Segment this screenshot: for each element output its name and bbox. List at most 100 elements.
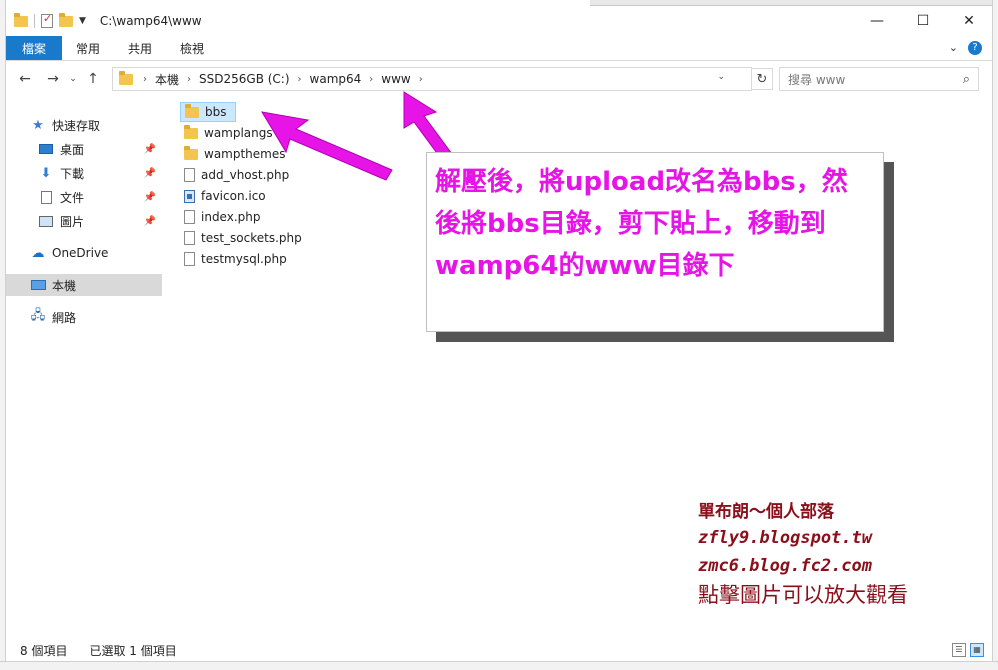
title-bar: ▼ C:\wamp64\www — ☐ ✕	[6, 6, 992, 36]
nav-item-label: 本機	[52, 278, 77, 293]
ribbon-right-controls: ⌄ ?	[949, 41, 982, 55]
list-item-add-vhost[interactable]: add_vhost.php	[180, 165, 297, 185]
picture-icon	[38, 214, 54, 228]
nav-item-quick-access[interactable]: ★ 快速存取	[6, 114, 162, 136]
breadcrumb-www[interactable]: www	[381, 72, 410, 86]
nav-item-network[interactable]: 🖧 網路	[6, 306, 162, 328]
pin-icon[interactable]: 📌	[144, 168, 156, 179]
navigation-pane: ★ 快速存取 桌面 📌 ⬇ 下載 📌 文件 📌 圖片 📌 ☁ OneDrive	[6, 96, 162, 636]
recent-locations-icon[interactable]: ⌄	[66, 68, 80, 90]
back-arrow-icon[interactable]: ←	[14, 68, 36, 90]
file-name: favicon.ico	[201, 189, 266, 203]
annotation-callout: 解壓後，將upload改名為bbs，然 後將bbs目錄，剪下貼上，移動到 wam…	[426, 152, 884, 332]
list-item-wampthemes[interactable]: wampthemes	[180, 144, 294, 164]
breadcrumb-wamp64[interactable]: wamp64	[310, 72, 362, 86]
list-item-index[interactable]: index.php	[180, 207, 268, 227]
address-dropdown-icon[interactable]: ⌄	[717, 72, 725, 82]
folder-icon	[185, 103, 199, 118]
refresh-icon[interactable]: ↻	[751, 68, 773, 90]
forward-arrow-icon[interactable]: →	[42, 68, 64, 90]
blog-watermark: 單布朗～個人部落 zfly9.blogspot.tw zmc6.blog.fc2…	[698, 500, 908, 610]
watermark-line-3: zmc6.blog.fc2.com	[698, 556, 872, 576]
nav-item-documents[interactable]: 文件 📌	[6, 186, 162, 208]
address-bar[interactable]: › 本機 › SSD256GB (C:) › wamp64 › www › ⌄ …	[112, 67, 773, 91]
search-icon: ⌕	[962, 72, 970, 87]
search-input[interactable]: 搜尋 www ⌕	[779, 67, 979, 91]
nav-item-label: OneDrive	[52, 246, 109, 260]
nav-item-label: 網路	[52, 310, 77, 325]
file-icon	[184, 210, 195, 224]
tab-share[interactable]: 共用	[114, 36, 166, 60]
file-name: testmysql.php	[201, 252, 287, 266]
file-icon	[184, 252, 195, 266]
help-icon[interactable]: ?	[968, 41, 982, 55]
list-item-bbs[interactable]: bbs	[180, 102, 236, 122]
folder-icon	[184, 145, 198, 160]
chevron-right-icon[interactable]: ›	[143, 74, 147, 85]
view-switcher: ☰ ▦	[952, 643, 984, 657]
quick-access-toolbar: ▼	[6, 12, 86, 28]
ribbon-collapse-icon[interactable]: ⌄	[949, 41, 958, 55]
nav-item-onedrive[interactable]: ☁ OneDrive	[6, 242, 162, 264]
minimize-button[interactable]: —	[854, 6, 900, 36]
annotation-line-2: 後將bbs目錄，剪下貼上，移動到	[435, 209, 826, 239]
nav-item-downloads[interactable]: ⬇ 下載 📌	[6, 162, 162, 184]
selected-count: 已選取 1 個項目	[89, 643, 177, 658]
explorer-screenshot: ▼ C:\wamp64\www — ☐ ✕ 檔案 常用 共用 檢視 ⌄ ? ← …	[0, 0, 998, 670]
nav-item-label: 圖片	[60, 214, 85, 229]
nav-item-pictures[interactable]: 圖片 📌	[6, 210, 162, 232]
desktop-icon	[38, 142, 54, 156]
window-controls: — ☐ ✕	[854, 6, 992, 36]
nav-item-label: 下載	[60, 166, 85, 181]
watermark-line-1: 單布朗～個人部落	[698, 502, 834, 522]
properties-icon[interactable]	[41, 12, 53, 28]
nav-item-label: 快速存取	[52, 118, 101, 133]
window-title: C:\wamp64\www	[99, 14, 202, 28]
maximize-button[interactable]: ☐	[900, 6, 946, 36]
list-item-testmysql[interactable]: testmysql.php	[180, 249, 295, 269]
breadcrumb-drive[interactable]: SSD256GB (C:)	[199, 72, 290, 86]
up-arrow-icon[interactable]: ↑	[82, 68, 104, 90]
document-icon	[38, 190, 54, 204]
search-placeholder: 搜尋 www	[788, 72, 846, 87]
chevron-right-icon[interactable]: ›	[187, 74, 191, 85]
large-icons-view-icon[interactable]: ▦	[970, 643, 984, 657]
pin-icon[interactable]: 📌	[144, 216, 156, 227]
tab-home[interactable]: 常用	[62, 36, 114, 60]
customize-toolbar-icon[interactable]: ▼	[79, 16, 86, 26]
folder-icon	[14, 12, 28, 27]
tab-file[interactable]: 檔案	[6, 36, 62, 60]
file-name: wamplangs	[204, 126, 273, 140]
right-edge	[992, 0, 998, 670]
download-icon: ⬇	[40, 165, 52, 181]
breadcrumb-this-pc[interactable]: 本機	[155, 71, 179, 88]
ribbon-tabs: 檔案 常用 共用 檢視 ⌄ ?	[6, 36, 992, 61]
close-button[interactable]: ✕	[946, 6, 992, 36]
details-view-icon[interactable]: ☰	[952, 643, 966, 657]
address-row: ← → ⌄ ↑ › 本機 › SSD256GB (C:) › wamp64 › …	[6, 62, 992, 96]
file-name: bbs	[205, 105, 227, 119]
chevron-right-icon[interactable]: ›	[369, 74, 373, 85]
file-icon	[184, 168, 195, 182]
window-bottom-edge	[0, 661, 998, 670]
new-folder-icon[interactable]	[59, 12, 73, 27]
file-name: test_sockets.php	[201, 231, 302, 245]
file-icon	[184, 231, 195, 245]
file-name: wampthemes	[204, 147, 286, 161]
list-item-test-sockets[interactable]: test_sockets.php	[180, 228, 310, 248]
pin-icon[interactable]: 📌	[144, 192, 156, 203]
list-item-favicon[interactable]: favicon.ico	[180, 186, 274, 206]
chevron-right-icon[interactable]: ›	[419, 74, 423, 85]
tab-view[interactable]: 檢視	[166, 36, 218, 60]
nav-item-desktop[interactable]: 桌面 📌	[6, 138, 162, 160]
nav-item-label: 文件	[60, 190, 85, 205]
file-name: index.php	[201, 210, 261, 224]
nav-item-label: 桌面	[60, 142, 85, 157]
annotation-line-1: 解壓後，將upload改名為bbs，然	[435, 167, 848, 197]
arrow-to-www	[403, 91, 453, 161]
nav-item-this-pc[interactable]: 本機	[6, 274, 162, 296]
list-item-wamplangs[interactable]: wamplangs	[180, 123, 281, 143]
pin-icon[interactable]: 📌	[144, 144, 156, 155]
chevron-right-icon[interactable]: ›	[298, 74, 302, 85]
network-icon: 🖧	[30, 308, 46, 323]
